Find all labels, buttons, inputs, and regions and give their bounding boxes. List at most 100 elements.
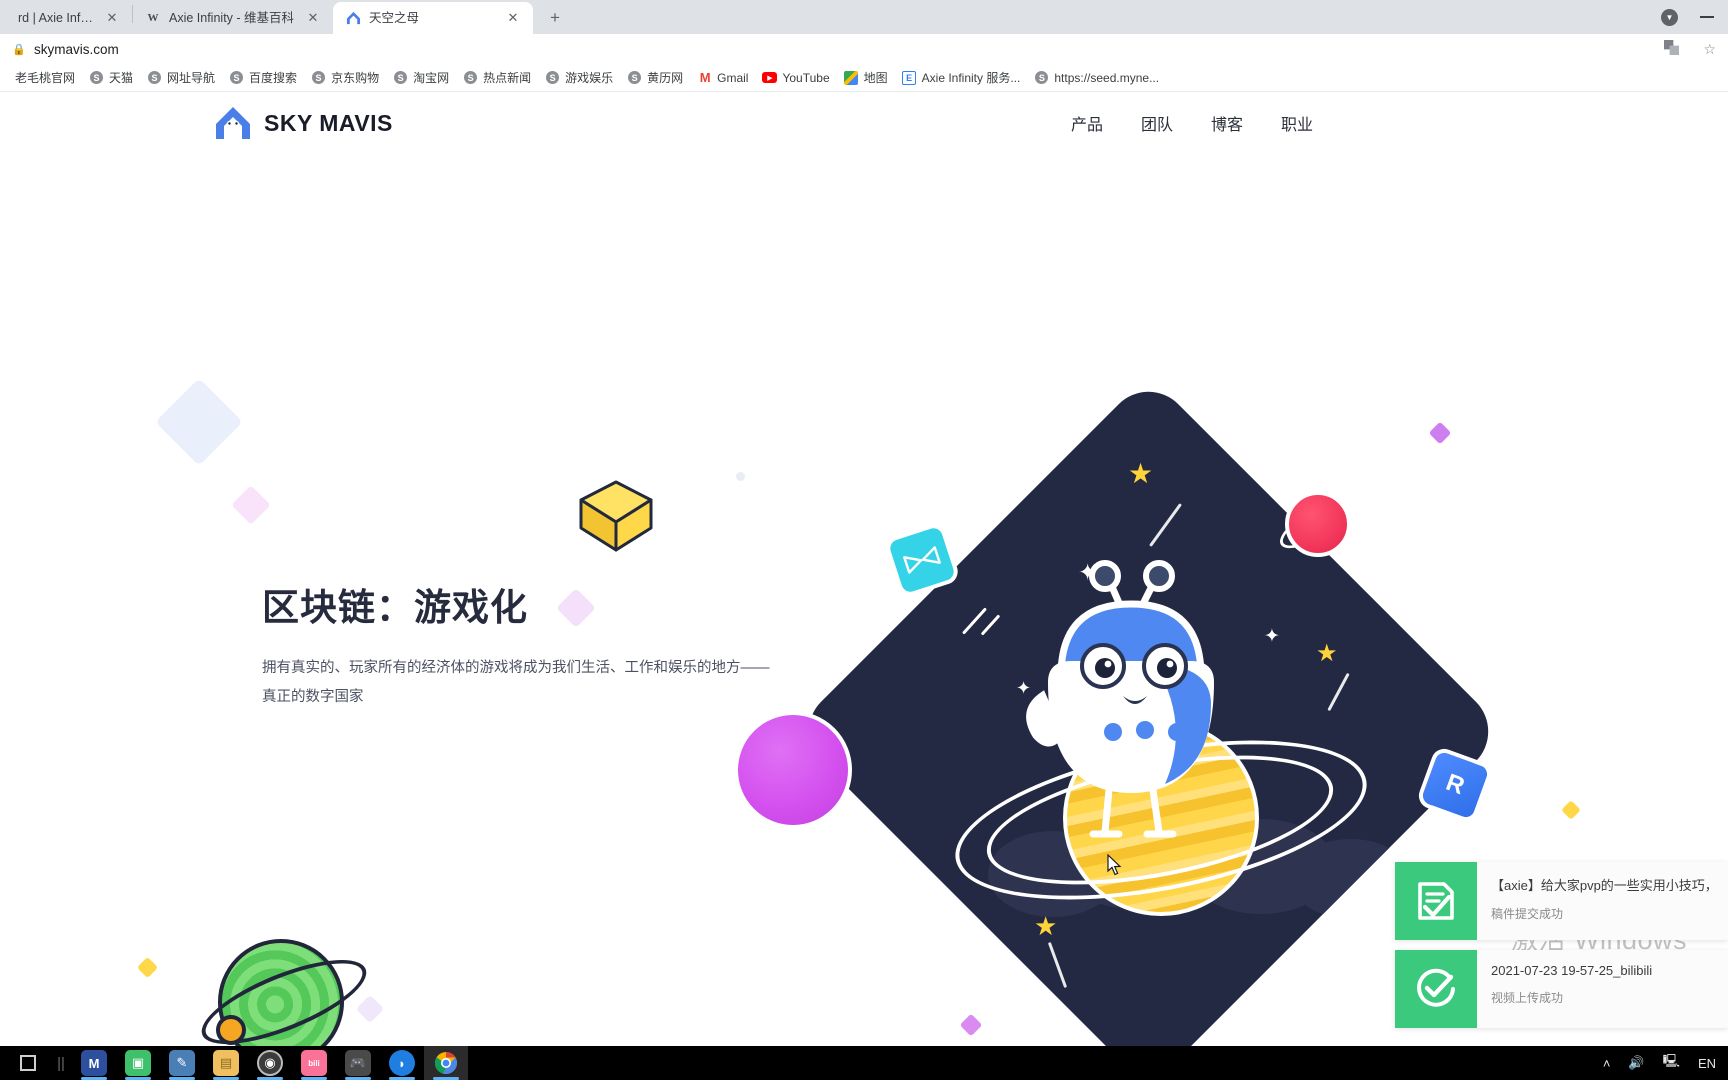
maps-icon [844,70,859,85]
bookmark-item-0[interactable]: 老毛桃官网 [8,67,82,88]
gmail-icon: M [699,70,711,85]
task-view-icon[interactable] [6,1046,50,1080]
bookmark-item-9[interactable]: M Gmail [690,68,755,87]
browser-tab-2[interactable]: 天空之母 ✕ [333,2,533,34]
bookmark-item-13[interactable]: S https://seed.myne... [1027,68,1166,87]
bookmark-item-2[interactable]: S 网址导航 [140,67,222,88]
decor-diamond-yellow-2 [1561,800,1581,820]
taskbar-app-explorer[interactable]: ▤ [204,1046,248,1080]
sky-mavis-favicon [345,10,361,26]
bookmark-item-1[interactable]: S 天猫 [82,67,140,88]
bookmark-item-5[interactable]: S 淘宝网 [386,67,456,88]
new-tab-button[interactable]: + [541,4,569,32]
globe-icon: S [545,70,560,85]
bookmark-item-6[interactable]: S 热点新闻 [456,67,538,88]
taskbar-app-wps[interactable]: ▣ [116,1046,160,1080]
browser-window: rd | Axie Infinity ✕ W Axie Infinity - 维… [0,0,1728,1046]
obs-icon: ◉ [257,1050,283,1076]
site-brand-name: SKY MAVIS [264,109,393,136]
quark-browser-icon: ◗ [389,1050,415,1076]
bookmark-item-4[interactable]: S 京东购物 [304,67,386,88]
globe-icon: S [1034,70,1049,85]
bookmark-item-3[interactable]: S 百度搜索 [222,67,304,88]
axie-icon: E [902,70,917,85]
decor-dot-gray [736,472,745,481]
windows-taskbar: || M ▣ ✎ ▤ ◉ bili 🎮 ◗ ˄ 🔊 🖳 EN [0,1046,1728,1080]
taskbar-app-bilibili[interactable]: bili [292,1046,336,1080]
bookmark-item-12[interactable]: E Axie Infinity 服务... [895,67,1028,88]
green-planet-moon [216,1015,246,1045]
globe-icon: S [463,70,478,85]
profile-chevron-icon[interactable]: ▼ [1661,8,1678,26]
lock-icon: 🔒 [12,43,26,56]
ime-indicator[interactable]: EN [1698,1056,1716,1071]
toast-desc-0: 稿件提交成功 [1491,907,1564,921]
address-bar-url[interactable]: skymavis.com [34,42,119,57]
toast-title-0: 【axie】给大家pvp的一些实用小技巧， [1491,878,1716,893]
globe-icon: S [229,70,244,85]
bookmark-label-9: Gmail [717,70,749,85]
taskbar-app-snip[interactable]: ✎ [160,1046,204,1080]
translate-icon[interactable] [1664,40,1680,58]
decor-diamond-light-blue [155,378,243,466]
tray-chevron-icon[interactable]: ˄ [1603,1056,1611,1071]
bookmark-star-icon[interactable]: ☆ [1703,41,1716,58]
taskbar-divider: || [57,1054,65,1072]
volume-icon[interactable]: 🔊 [1628,1055,1644,1071]
browser-tab-1[interactable]: W Axie Infinity - 维基百科 ✕ [133,2,333,34]
star-yellow-1: ★ [1128,458,1154,489]
bookmarks-bar: 老毛桃官网 S 天猫 S 网址导航 S 百度搜索 S 京东购物 S 淘宝网 S … [0,64,1728,92]
nav-item-blog[interactable]: 博客 [1211,111,1243,135]
network-icon[interactable]: 🖳 [1663,1052,1680,1074]
taskbar-app-metamask[interactable]: M [72,1046,116,1080]
web-page-content: SKY MAVIS 产品 团队 博客 职业 区块链：游戏化 拥有真实的、玩家所有… [0,92,1728,1046]
omnibox-toolbar: 🔒 skymavis.com ☆ [0,34,1728,64]
taskbar-app-chrome[interactable] [424,1046,468,1080]
nav-item-team[interactable]: 团队 [1141,111,1173,135]
bookmark-label-11: 地图 [863,71,888,85]
circle-check-icon [1395,950,1477,1028]
site-nav: 产品 团队 博客 职业 [1071,111,1668,135]
bookmark-label-4: 京东购物 [331,71,380,85]
comet-tail-3 [1047,941,1068,989]
toolbar-actions: ☆ [1664,40,1716,58]
browser-tab-0[interactable]: rd | Axie Infinity ✕ [0,2,132,34]
tab-title-1: Axie Infinity - 维基百科 [169,11,295,25]
nav-item-products[interactable]: 产品 [1071,111,1103,135]
toast-body-0: 【axie】给大家pvp的一些实用小技巧， 稿件提交成功 [1477,862,1728,940]
globe-icon: S [627,70,642,85]
bookmark-label-13: https://seed.myne... [1054,70,1160,85]
bookmark-label-10: YouTube [782,70,830,85]
site-logo[interactable]: SKY MAVIS [215,106,393,140]
bookmark-label-8: 黄历网 [647,71,684,85]
toast-notification-0[interactable]: 【axie】给大家pvp的一些实用小技巧， 稿件提交成功 [1395,862,1728,940]
tab-close-icon-1[interactable]: ✕ [303,8,323,28]
snipping-tool-icon: ✎ [169,1050,195,1076]
hero-title: 区块链：游戏化 [262,587,528,628]
minimize-button[interactable] [1700,16,1714,18]
bookmark-label-3: 百度搜索 [249,71,298,85]
bookmark-label-6: 热点新闻 [483,71,532,85]
bookmark-item-11[interactable]: 地图 [837,67,895,88]
taskbar-app-obs[interactable]: ◉ [248,1046,292,1080]
globe-icon: S [311,70,326,85]
bookmark-item-10[interactable]: ▶ YouTube [755,68,836,87]
globe-icon: S [393,70,408,85]
bookmark-label-12: Axie Infinity 服务... [921,71,1021,85]
bilibili-icon: bili [301,1050,327,1076]
toast-body-1: 2021-07-23 19-57-25_bilibili 视频上传成功 [1477,950,1664,1028]
window-controls: ▼ [1661,0,1728,34]
star-yellow-2: ★ [1316,640,1338,667]
tab-close-icon-2[interactable]: ✕ [503,8,523,28]
bookmark-item-8[interactable]: S 黄历网 [620,67,690,88]
bookmark-item-7[interactable]: S 游戏娱乐 [538,67,620,88]
tab-strip: rd | Axie Infinity ✕ W Axie Infinity - 维… [0,0,1728,34]
bookmark-label-5: 淘宝网 [413,71,450,85]
purple-planet [734,711,852,829]
tab-close-icon-0[interactable]: ✕ [102,8,122,28]
toast-notification-1[interactable]: 2021-07-23 19-57-25_bilibili 视频上传成功 [1395,950,1728,1028]
taskbar-app-game[interactable]: 🎮 [336,1046,380,1080]
taskbar-app-quark[interactable]: ◗ [380,1046,424,1080]
nav-item-careers[interactable]: 职业 [1281,111,1313,135]
tab-favicon-0 [0,10,10,26]
